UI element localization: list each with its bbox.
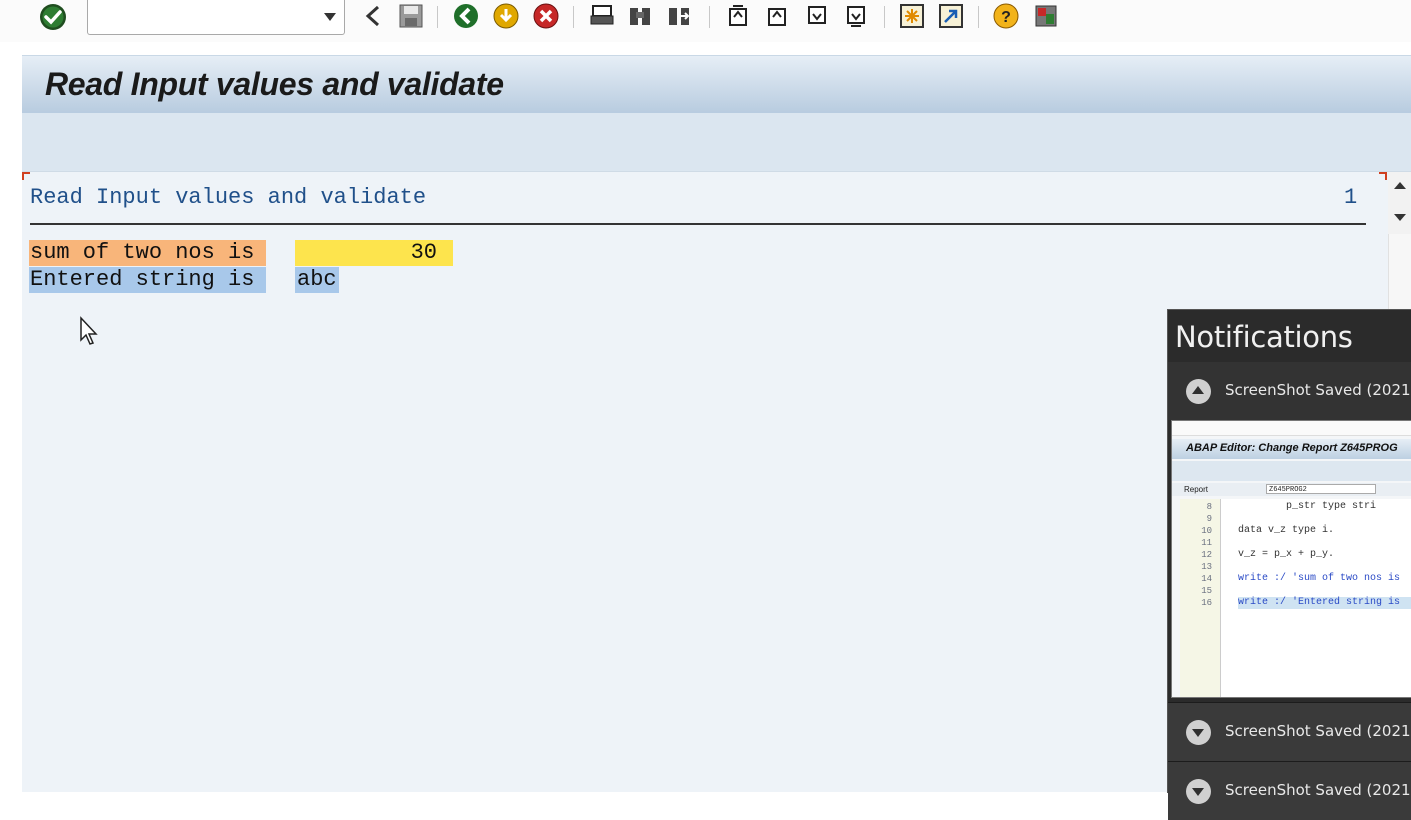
line-number: 13 — [1201, 562, 1212, 572]
chevron-down-icon[interactable] — [324, 13, 336, 21]
page-number: 1 — [1344, 185, 1358, 210]
scroll-up-icon[interactable] — [1394, 182, 1406, 189]
expand-icon[interactable] — [1186, 720, 1211, 745]
find-next-icon[interactable] — [666, 3, 692, 29]
back-icon[interactable] — [453, 3, 479, 29]
output-value-sum[interactable]: 30 — [295, 240, 453, 266]
notification-item[interactable]: ScreenShot Saved (2021-12 — [1168, 702, 1411, 761]
page-title: Read Input values and validate — [45, 66, 504, 102]
enter-icon[interactable] — [38, 2, 68, 32]
thumbnail-title: ABAP Editor: Change Report Z645PROG — [1186, 442, 1398, 454]
command-field[interactable] — [87, 0, 345, 35]
layout-menu-icon[interactable] — [1033, 3, 1059, 29]
notification-item[interactable]: ScreenShot Saved (2021-12 — [1168, 761, 1411, 820]
toolbar-separator — [573, 6, 574, 28]
system-toolbar: ? — [0, 0, 1411, 42]
collapse-icon[interactable] — [1186, 379, 1211, 404]
title-bar: Read Input values and validate — [22, 55, 1411, 114]
save-icon[interactable] — [398, 3, 424, 29]
first-page-icon[interactable] — [725, 3, 751, 29]
corner-marker — [1379, 172, 1387, 180]
mouse-pointer-icon — [80, 316, 98, 345]
thumbnail-report-value: Z645PROG2 — [1266, 484, 1376, 494]
create-session-icon[interactable] — [899, 3, 925, 29]
line-number: 14 — [1201, 574, 1212, 584]
line-number: 8 — [1206, 502, 1212, 512]
shortcut-icon[interactable] — [938, 3, 964, 29]
header-divider — [30, 223, 1366, 225]
output-label-sum[interactable]: sum of two nos is — [29, 240, 267, 266]
find-icon[interactable] — [627, 3, 653, 29]
corner-marker — [22, 172, 30, 180]
line-number: 16 — [1201, 598, 1212, 608]
notifications-title: Notifications — [1175, 320, 1353, 354]
toolbar-separator — [709, 6, 710, 28]
toolbar-separator — [437, 6, 438, 28]
thumbnail-app-toolbar — [1172, 461, 1411, 481]
toolbar-separator — [884, 6, 885, 28]
screenshot-thumbnail[interactable]: ABAP Editor: Change Report Z645PROG Repo… — [1171, 420, 1411, 698]
application-toolbar — [22, 113, 1411, 172]
code-line: write :/ 'sum of two nos is — [1238, 573, 1401, 584]
notification-text: ScreenShot Saved (2021-12 — [1225, 781, 1411, 799]
help-icon[interactable]: ? — [993, 3, 1019, 29]
notifications-panel: Notifications ScreenShot Saved (2021-12 … — [1167, 309, 1411, 820]
notification-text: ScreenShot Saved (2021-12 — [1225, 722, 1411, 740]
next-page-icon[interactable] — [804, 3, 830, 29]
code-line: p_str type stri — [1238, 501, 1377, 512]
line-number: 9 — [1206, 514, 1212, 524]
last-page-icon[interactable] — [843, 3, 869, 29]
list-header: Read Input values and validate — [30, 185, 427, 210]
notification-text: ScreenShot Saved (2021-12 — [1225, 381, 1411, 399]
line-number: 10 — [1201, 526, 1212, 536]
previous-page-icon[interactable] — [764, 3, 790, 29]
scroll-down-icon[interactable] — [1394, 214, 1406, 221]
code-line: data v_z type i. — [1238, 525, 1335, 536]
thumbnail-toolbar — [1172, 421, 1411, 436]
toolbar-separator — [978, 6, 979, 28]
notification-item[interactable]: ScreenShot Saved (2021-12 — [1168, 362, 1411, 420]
output-label-string[interactable]: Entered string is — [29, 267, 267, 293]
thumbnail-report-label: Report — [1184, 485, 1209, 494]
print-icon[interactable] — [589, 3, 615, 29]
line-number: 15 — [1201, 586, 1212, 596]
exit-icon[interactable] — [493, 3, 519, 29]
line-number: 11 — [1201, 538, 1212, 548]
code-line: write :/ 'Entered string is — [1238, 597, 1401, 608]
line-number: 12 — [1201, 550, 1212, 560]
cancel-icon[interactable] — [533, 3, 559, 29]
output-value-string[interactable]: abc — [295, 267, 339, 293]
back-nav-icon[interactable] — [360, 3, 386, 29]
svg-text:?: ? — [1001, 9, 1011, 26]
code-line: v_z = p_x + p_y. — [1238, 549, 1335, 560]
